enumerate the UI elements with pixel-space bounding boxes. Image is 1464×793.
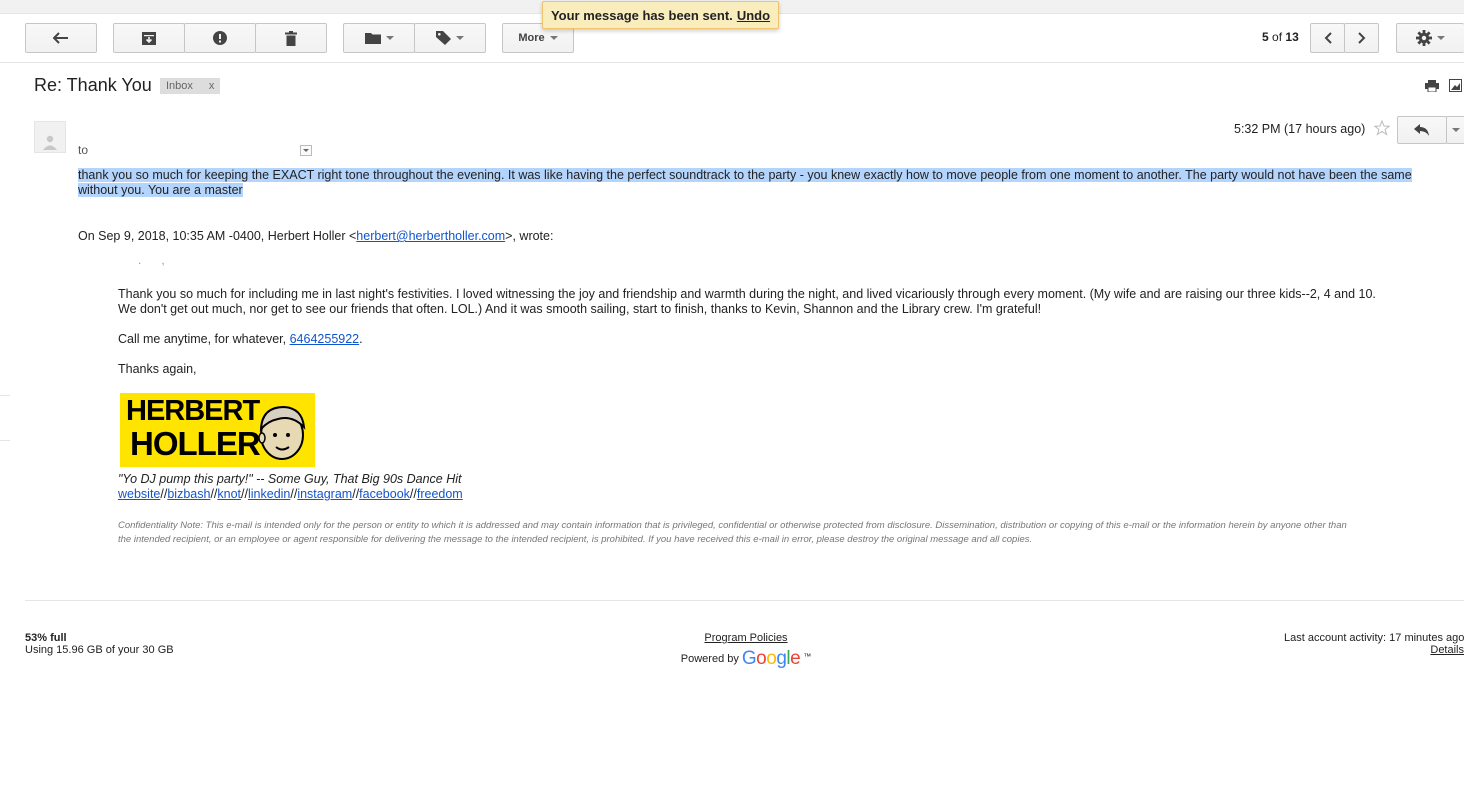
avatar[interactable] (34, 121, 66, 153)
report-spam-icon (213, 31, 227, 45)
powered-by-label: Powered by (680, 653, 739, 665)
star-icon (1373, 119, 1391, 136)
subject: Re: Thank You (34, 75, 152, 95)
program-policies-link[interactable]: Program Policies (704, 632, 787, 644)
usage-percent: 53% full (25, 632, 67, 644)
confidentiality-note: Confidentiality Note: This e-mail is int… (118, 519, 1428, 547)
quoted-paragraph: Thank you so much for including me in la… (118, 287, 1418, 317)
quoted-line: We don't get out much, nor get to see ou… (118, 302, 1042, 316)
call-me-line: Call me anytime, for whatever, 646425592… (118, 332, 1418, 347)
confidentiality-line: the intended recipient, or an employee o… (118, 534, 1033, 545)
chevron-down-icon (549, 36, 558, 40)
logo-line-1: HERBERT (126, 395, 260, 427)
facebook-link[interactable]: facebook (359, 487, 410, 501)
signature-tagline: "Yo DJ pump this party!" -- Some Guy, Th… (118, 472, 462, 486)
storage-usage: 53% full Using 15.96 GB of your 30 GB (25, 632, 174, 656)
linkedin-link[interactable]: linkedin (248, 487, 290, 501)
report-spam-button[interactable] (184, 23, 256, 53)
quote-prefix: On Sep 9, 2018, 10:35 AM -0400, Herbert … (78, 229, 357, 243)
new-window-icon (1449, 79, 1462, 92)
older-button[interactable] (1344, 23, 1379, 53)
clipped-text-fragment: . , (118, 258, 165, 266)
footer-center: Program Policies Powered by Google ™ (680, 632, 812, 670)
phone-link[interactable]: 6464255922 (290, 332, 360, 346)
powered-by: Powered by Google ™ (680, 648, 812, 670)
bizbash-link[interactable]: bizbash (167, 487, 210, 501)
message-body-text: thank you so much for keeping the EXACT … (78, 168, 1412, 197)
archive-button[interactable] (113, 23, 185, 53)
last-activity: Last account activity: 17 minutes ago (1284, 632, 1464, 644)
pager-of: of (1272, 30, 1283, 44)
pager-total: 13 (1285, 30, 1299, 44)
more-label: More (518, 32, 545, 44)
reply-icon (1414, 124, 1429, 136)
undo-link[interactable]: Undo (737, 8, 770, 23)
gear-icon (1416, 30, 1432, 46)
chevron-down-icon (303, 149, 309, 152)
sent-message: Your message has been sent. (550, 7, 733, 23)
usage-detail: Using 15.96 GB of your 30 GB (25, 644, 174, 656)
trash-icon (285, 30, 297, 46)
back-to-inbox-button[interactable] (25, 23, 97, 53)
quote-header: On Sep 9, 2018, 10:35 AM -0400, Herbert … (78, 229, 553, 243)
sender-email-link[interactable]: herbert@herbertholler.com (356, 229, 505, 243)
instagram-link[interactable]: instagram (297, 487, 352, 501)
quoted-line: Thank you so much for including me in la… (118, 287, 1376, 301)
quote-suffix: >, wrote: (505, 229, 554, 243)
dj-face-icon (258, 405, 306, 460)
side-marker (0, 395, 10, 396)
details-link[interactable]: Details (1414, 644, 1464, 656)
signature-links: website//bizbash//knot//linkedin//instag… (118, 487, 463, 501)
label-name[interactable]: Inbox (166, 80, 193, 92)
chevron-down-icon (1452, 128, 1460, 132)
freedom-link[interactable]: freedom (417, 487, 463, 501)
link-separator: // (409, 487, 417, 501)
knot-link[interactable]: knot (217, 487, 241, 501)
call-suffix: . (359, 332, 363, 346)
trademark: ™ (803, 652, 812, 661)
chevron-down-icon (1437, 36, 1445, 40)
thanks-line: Thanks again, (118, 362, 197, 376)
divider (0, 62, 1464, 63)
folder-icon (364, 33, 381, 44)
label-chip-inbox: Inbox x (160, 78, 221, 94)
archive-icon (142, 31, 156, 45)
pager: 5 of 13 (1262, 30, 1299, 44)
tag-icon (436, 31, 451, 45)
more-actions-button[interactable] (1446, 116, 1464, 144)
print-button[interactable] (1425, 80, 1439, 95)
sent-notification: Your message has been sent. Undo (542, 1, 779, 29)
person-icon (43, 135, 57, 150)
recipient-label: to (78, 143, 89, 157)
side-marker (0, 440, 10, 441)
footer-divider (25, 600, 1464, 601)
star-button[interactable] (1373, 119, 1391, 139)
settings-button[interactable] (1396, 23, 1464, 53)
chevron-right-icon (1357, 32, 1365, 44)
back-arrow-icon (53, 32, 68, 44)
logo-line-2: HOLLER (130, 425, 261, 462)
move-to-button[interactable] (343, 23, 415, 53)
chevron-down-icon (456, 36, 464, 40)
message-body: thank you so much for keeping the EXACT … (78, 168, 1450, 198)
link-separator: // (241, 487, 248, 501)
show-details-button[interactable] (300, 145, 312, 156)
google-logo: Google (741, 648, 801, 669)
delete-button[interactable] (255, 23, 327, 53)
new-window-button[interactable] (1449, 79, 1462, 95)
print-icon (1425, 80, 1439, 93)
reply-button[interactable] (1397, 116, 1447, 144)
confidentiality-line: Confidentiality Note: This e-mail is int… (118, 520, 1347, 531)
pager-current: 5 (1262, 30, 1269, 44)
herbert-holler-logo: HERBERT HOLLER (120, 393, 315, 467)
newer-button[interactable] (1310, 23, 1345, 53)
account-activity: Last account activity: 17 minutes ago De… (1284, 632, 1464, 656)
labels-button[interactable] (414, 23, 486, 53)
remove-label-button[interactable]: x (209, 80, 215, 92)
website-link[interactable]: website (118, 487, 160, 501)
chevron-left-icon (1324, 32, 1332, 44)
chevron-down-icon (385, 36, 394, 40)
call-prefix: Call me anytime, for whatever, (118, 332, 290, 346)
message-timestamp: 5:32 PM (17 hours ago) (1234, 122, 1366, 136)
